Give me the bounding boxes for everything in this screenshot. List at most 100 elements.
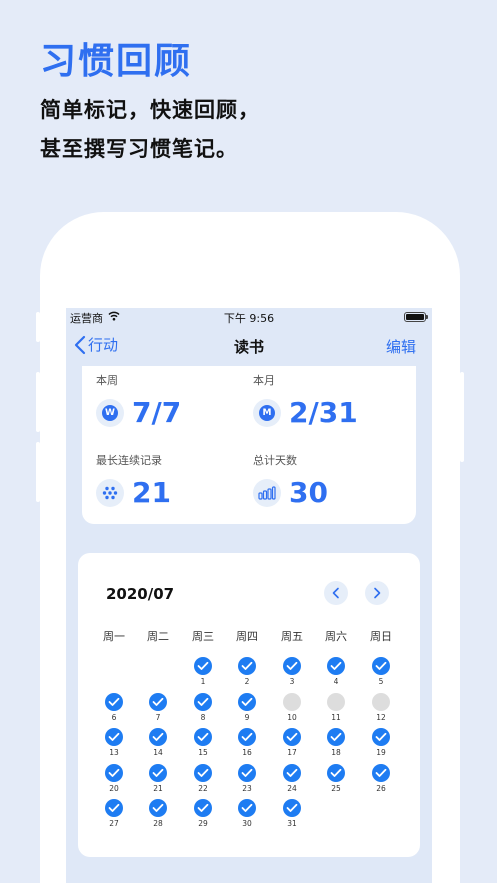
day-number: 29 [198,819,208,828]
dots-cluster-icon [96,478,124,507]
calendar-day[interactable]: 15 [181,728,225,760]
day-number: 31 [287,819,297,828]
calendar-day[interactable]: 28 [136,799,180,831]
day-number: 28 [153,819,163,828]
day-number: 20 [109,783,119,793]
stats-card: 本周 W 7/7 本月 M 2/31 最长连续记录 21 总计天数 30 [82,366,416,524]
calendar-day[interactable]: 6 [92,692,136,725]
weekday-label: 周一 [103,630,125,643]
checkmark-icon [327,657,345,675]
day-number: 16 [242,748,252,757]
promo-subtitle-line-2: 甚至撰写习惯笔记。 [40,137,238,161]
day-number: 8 [200,712,206,722]
calendar-day[interactable]: 12 [359,692,403,725]
calendar-day[interactable]: 10 [270,692,314,725]
battery-icon [404,312,428,322]
stat-this-month: 本月 M 2/31 [253,372,403,429]
calendar-day[interactable]: 20 [92,763,136,796]
phone-side-button [36,442,40,502]
calendar-day[interactable]: 5 [359,657,403,689]
checkmark-icon [283,728,301,746]
checkmark-icon [194,728,212,746]
weekday-label: 周三 [192,630,214,643]
calendar-day[interactable]: 13 [92,728,136,760]
stat-longest-streak: 最长连续记录 21 [96,452,246,509]
calendar-day[interactable]: 2 [225,657,269,689]
checkmark-icon [149,799,167,817]
calendar-day[interactable]: 9 [225,692,269,725]
stat-label: 总计天数 [253,454,297,467]
phone-side-button [36,372,40,432]
calendar-month-label: 2020/07 [106,585,175,603]
day-number: 3 [289,677,295,686]
edit-button[interactable]: 编辑 [386,336,416,357]
checkmark-icon [238,799,256,817]
checkmark-icon [327,728,345,746]
checkmark-icon [149,763,167,782]
nav-title: 读书 [233,338,264,356]
calendar-day[interactable]: 26 [359,763,403,796]
checkmark-icon [372,657,390,675]
calendar-day[interactable]: 7 [136,692,180,725]
checkmark-icon [105,799,123,817]
calendar-day[interactable]: 29 [181,799,225,831]
weekday-label: 周日 [370,630,392,643]
checkmark-icon [105,728,123,746]
calendar-day[interactable]: 30 [225,799,269,831]
calendar-day[interactable]: 19 [359,728,403,760]
calendar-day[interactable]: 8 [181,692,225,725]
day-number: 17 [287,748,297,757]
checkmark-icon [105,763,123,782]
chevron-left-icon [332,587,339,599]
promo-title: 习惯回顾 [40,41,193,82]
day-number: 15 [198,748,208,757]
day-number: 22 [198,783,208,793]
month-badge-icon: M [253,398,281,427]
calendar-day[interactable]: 14 [136,728,180,760]
checkmark-icon [327,763,345,782]
status-bar: 运营商 下午 9:56 [66,308,432,326]
promo-subtitle-line-1: 简单标记，快速回顾， [40,98,260,122]
calendar-day[interactable]: 18 [314,728,358,760]
weekday-label: 周二 [147,630,169,643]
day-number: 7 [155,712,161,722]
checkmark-icon [194,657,212,675]
day-number: 23 [242,783,252,793]
calendar-day[interactable]: 31 [270,799,314,831]
calendar-day[interactable]: 4 [314,657,358,689]
day-number: 26 [376,783,386,793]
calendar-day[interactable]: 3 [270,657,314,689]
calendar-day[interactable]: 22 [181,763,225,796]
stat-value: 7/7 [132,396,182,429]
checkmark-icon [238,763,256,782]
stat-label: 最长连续记录 [96,454,162,467]
day-number: 12 [376,712,386,722]
day-number: 27 [109,819,119,828]
nav-bar: 行动 读书 编辑 [66,332,432,360]
checkmark-icon [238,692,256,711]
calendar-day[interactable]: 27 [92,799,136,831]
checkmark-icon [149,692,167,711]
next-month-button[interactable] [365,581,389,605]
calendar-day[interactable]: 17 [270,728,314,760]
day-number: 6 [111,712,117,722]
phone-side-button [36,312,40,342]
stat-label: 本周 [96,374,118,387]
calendar-day[interactable]: 25 [314,763,358,796]
calendar-day[interactable]: 21 [136,763,180,796]
calendar-day[interactable]: 16 [225,728,269,760]
calendar-day[interactable]: 24 [270,763,314,796]
checkmark-icon [238,657,256,675]
prev-month-button[interactable] [324,581,348,605]
day-number: 5 [378,677,384,686]
calendar-day[interactable]: 1 [181,657,225,689]
day-number: 11 [331,712,341,722]
status-time: 下午 9:56 [223,312,275,325]
checkmark-icon [194,763,212,782]
day-number: 13 [109,748,119,757]
calendar-day[interactable]: 23 [225,763,269,796]
stat-value: 2/31 [289,396,358,429]
checkmark-icon [194,692,212,711]
stat-total-days: 总计天数 30 [253,452,403,509]
calendar-day[interactable]: 11 [314,692,358,725]
